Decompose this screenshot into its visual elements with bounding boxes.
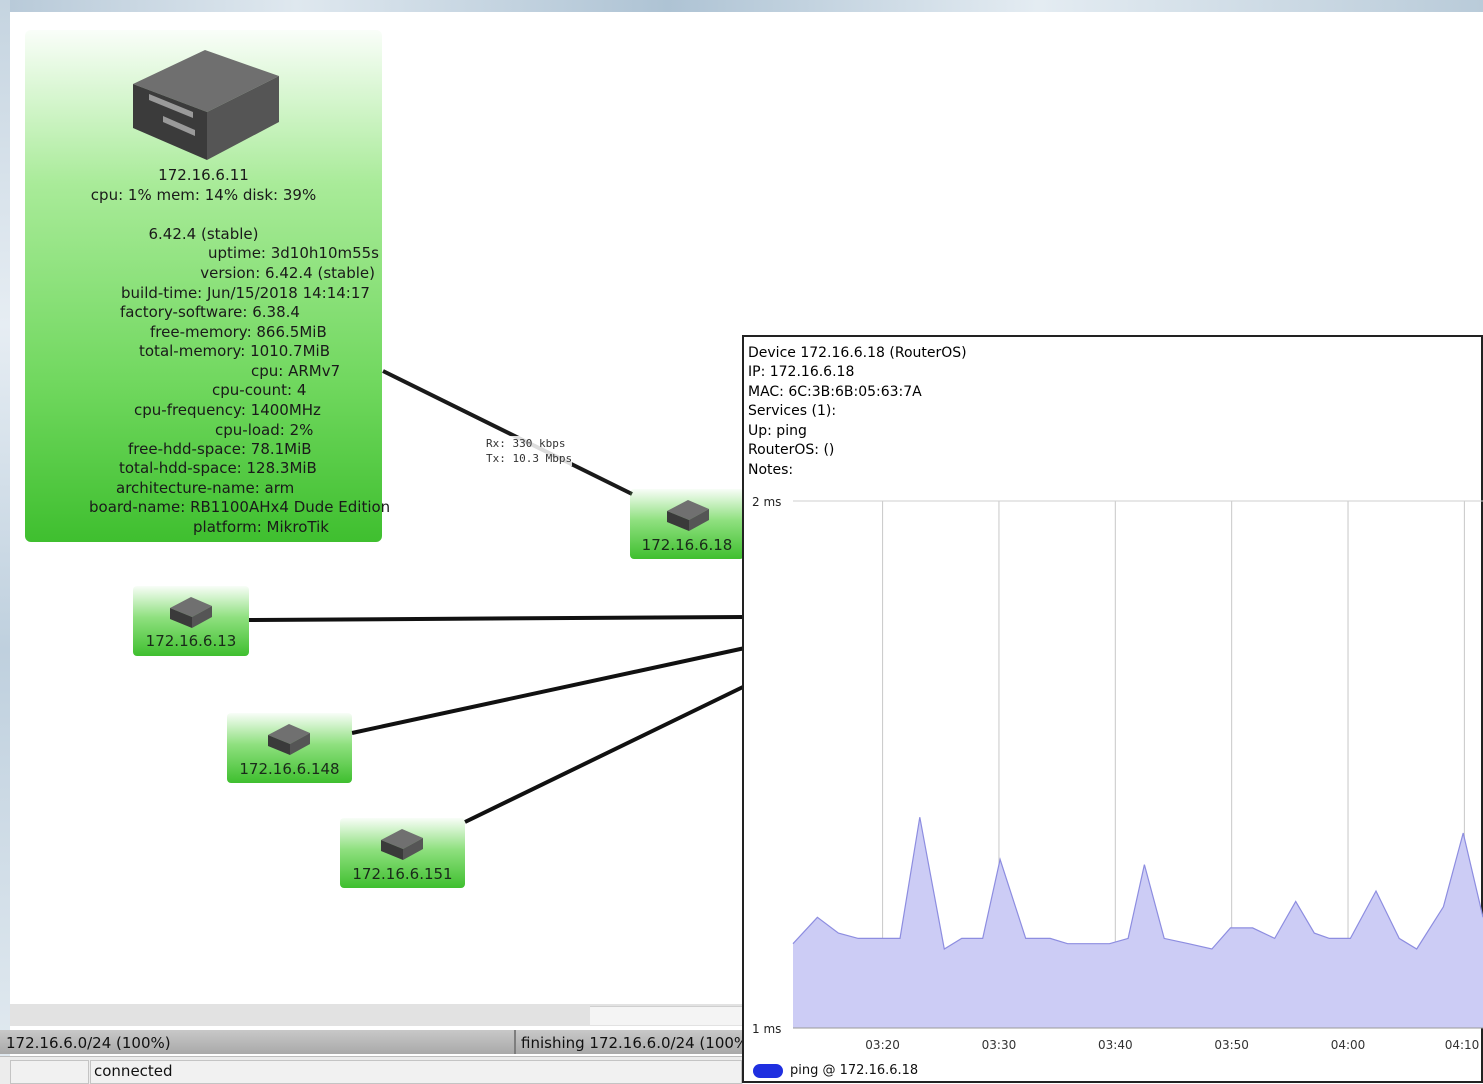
router-icon <box>381 829 423 860</box>
x-tick-label: 04:00 <box>1331 1038 1366 1052</box>
x-tick-label: 03:30 <box>982 1038 1017 1052</box>
detail-factory-software: factory-software: 6.38.4 <box>120 303 300 321</box>
device-tooltip: Device 172.16.6.18 (RouterOS) IP: 172.16… <box>742 335 1483 1083</box>
detail-cpu-frequency: cpu-frequency: 1400MHz <box>134 401 321 419</box>
y-label-min: 1 ms <box>752 1022 781 1036</box>
ping-chart: 2 ms 1 ms 03:20 03:30 03:40 03:50 04:00 04:10 <box>752 495 1483 1052</box>
link-traffic-label: Rx: 330 kbps Tx: 10.3 Mbps <box>486 436 573 466</box>
node-172-16-6-13[interactable]: 172.16.6.13 <box>133 586 249 656</box>
router-icon <box>268 724 310 755</box>
ping-series-area <box>793 817 1483 1028</box>
main-device-ip: 172.16.6.11 <box>158 166 249 184</box>
status-cell-connection <box>90 1060 742 1084</box>
detail-total-memory: total-memory: 1010.7MiB <box>139 342 331 360</box>
link-main-to-18[interactable] <box>382 369 633 496</box>
progress-left-text: 172.16.6.0/24 (100%) <box>6 1034 171 1052</box>
detail-total-hdd: total-hdd-space: 128.3MiB <box>119 459 317 477</box>
node-172-16-6-18[interactable]: 172.16.6.18 <box>630 489 744 559</box>
link-tx-text: Tx: 10.3 Mbps <box>486 452 573 465</box>
node-172-16-6-151[interactable]: 172.16.6.151 <box>340 818 465 888</box>
node-172-16-6-148[interactable]: 172.16.6.148 <box>227 713 352 783</box>
link-148[interactable] <box>351 646 746 735</box>
connection-status: connected <box>94 1062 173 1080</box>
link-13[interactable] <box>248 615 746 622</box>
node-label: 172.16.6.151 <box>352 865 453 883</box>
progress-separator <box>514 1030 516 1054</box>
router-box-icon <box>133 50 279 160</box>
detail-free-memory: free-memory: 866.5MiB <box>150 323 327 341</box>
router-icon <box>667 500 709 531</box>
legend-label: ping @ 172.16.6.18 <box>790 1063 919 1078</box>
detail-platform: platform: MikroTik <box>193 518 329 536</box>
main-device-version: 6.42.4 (stable) <box>148 225 259 243</box>
progress-right-text: finishing 172.16.6.0/24 (100% <box>521 1034 749 1052</box>
y-label-max: 2 ms <box>752 495 781 509</box>
detail-architecture: architecture-name: arm <box>116 479 295 497</box>
link-rx-text: Rx: 330 kbps <box>486 437 566 450</box>
main-device-stats: cpu: 1% mem: 14% disk: 39% <box>90 186 317 204</box>
detail-free-hdd: free-hdd-space: 78.1MiB <box>128 440 312 458</box>
detail-cpu-load: cpu-load: 2% <box>215 421 314 439</box>
node-label: 172.16.6.13 <box>145 632 237 650</box>
status-cell-empty <box>10 1060 89 1084</box>
node-label: 172.16.6.18 <box>641 536 733 554</box>
detail-cpu: cpu: ARMv7 <box>251 362 341 380</box>
x-tick-label: 03:20 <box>865 1038 900 1052</box>
detail-uptime: uptime: 3d10h10m55s <box>208 244 379 262</box>
scrollbar-thumb[interactable] <box>590 1006 743 1025</box>
link-151[interactable] <box>464 684 746 824</box>
x-tick-label: 03:50 <box>1214 1038 1249 1052</box>
router-icon <box>170 597 212 628</box>
detail-cpu-count: cpu-count: 4 <box>212 381 307 399</box>
legend-swatch <box>753 1064 783 1078</box>
x-tick-label: 04:10 <box>1445 1038 1480 1052</box>
node-label: 172.16.6.148 <box>239 760 340 778</box>
x-tick-labels: 03:20 03:30 03:40 03:50 04:00 04:10 <box>865 1038 1479 1052</box>
detail-version: version: 6.42.4 (stable) <box>200 264 375 282</box>
x-tick-label: 03:40 <box>1098 1038 1133 1052</box>
detail-build-time: build-time: Jun/15/2018 14:14:17 <box>121 284 370 302</box>
detail-board-name: board-name: RB1100AHx4 Dude Edition <box>89 498 391 516</box>
